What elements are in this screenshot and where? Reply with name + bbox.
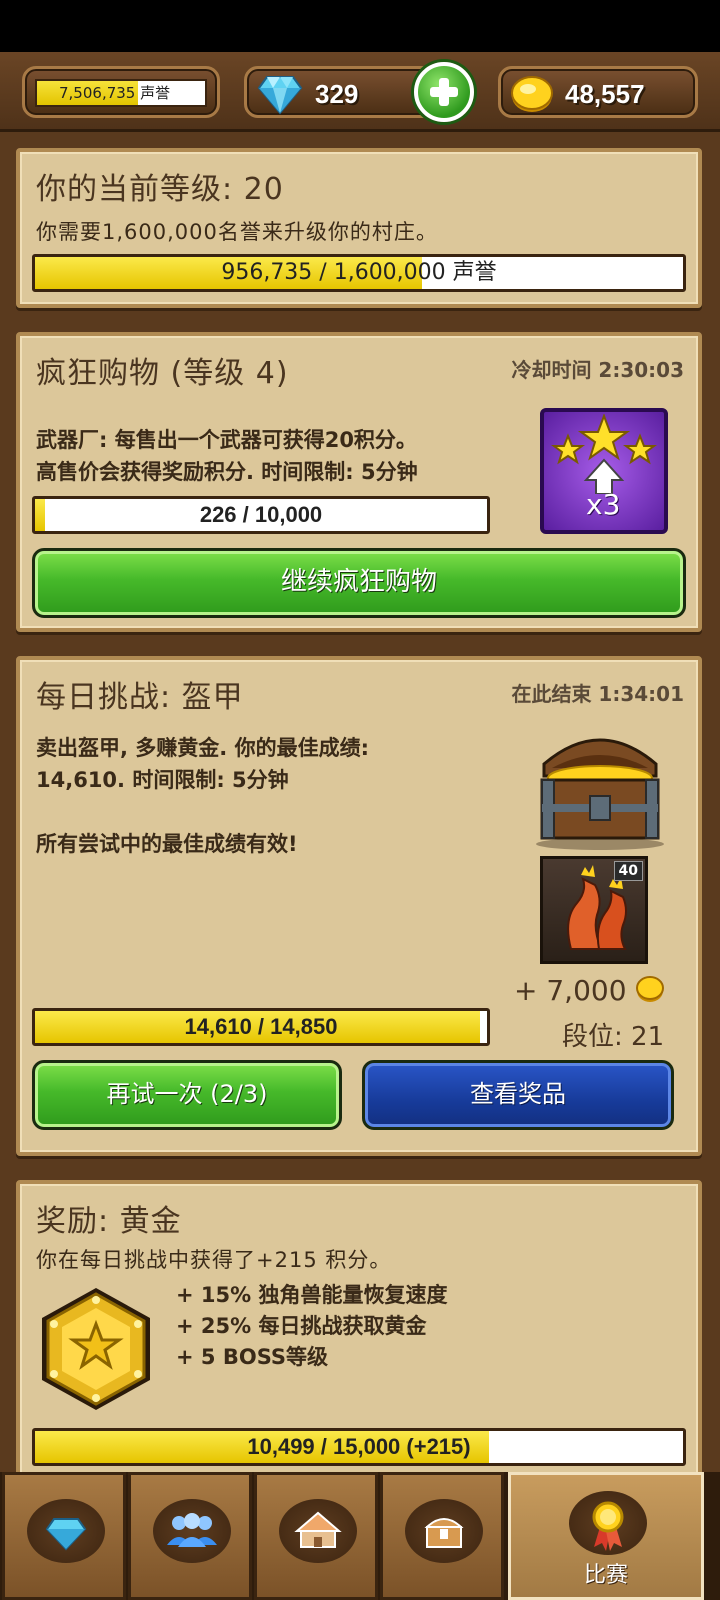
daily-description: 卖出盔甲, 多赚黄金. 你的最佳成绩: 14,610. 时间限制: 5分钟 所有… bbox=[36, 736, 369, 856]
continue-frenzy-button[interactable]: 继续疯狂购物 bbox=[32, 548, 686, 618]
tab-social[interactable] bbox=[128, 1472, 252, 1600]
level-progress-text: 956,735 / 1,600,000 声誉 bbox=[221, 260, 497, 285]
daily-end-timer: 在此结束 1:34:01 bbox=[511, 682, 684, 706]
reward-progress-text: 10,499 / 15,000 (+215) bbox=[247, 1434, 471, 1459]
perk-list: + 15% 独角兽能量恢复速度 + 25% 每日挑战获取黄金 + 5 BOSS等… bbox=[176, 1280, 447, 1373]
frenzy-progress-bar: 226 / 10,000 bbox=[32, 496, 490, 534]
gold-coin-icon bbox=[636, 976, 665, 1002]
gold-medal-icon bbox=[42, 1288, 150, 1410]
frenzy-boost-card: x3 bbox=[540, 408, 668, 534]
reward-item-card[interactable]: 40 bbox=[540, 856, 648, 964]
gem-icon bbox=[45, 1518, 87, 1551]
tab-competition-bg bbox=[569, 1491, 647, 1555]
tab-competition[interactable]: 比赛 bbox=[508, 1472, 704, 1600]
tab-chest[interactable] bbox=[380, 1472, 504, 1600]
tab-social-bg bbox=[153, 1499, 231, 1563]
tab-village[interactable] bbox=[254, 1472, 378, 1600]
frenzy-multiplier: x3 bbox=[586, 488, 621, 521]
daily-progress-text: 14,610 / 14,850 bbox=[184, 1014, 338, 1039]
daily-challenge-panel: 每日挑战: 盔甲 在此结束 1:34:01 卖出盔甲, 多赚黄金. 你的最佳成绩… bbox=[16, 656, 702, 1156]
reward-title: 奖励: 黄金 bbox=[36, 1204, 182, 1239]
gold-count: 48,557 bbox=[565, 79, 645, 109]
frenzy-panel: 疯狂购物 (等级 4) 冷却时间 2:30:03 武器厂: 每售出一个武器可获得… bbox=[16, 332, 702, 632]
gold-coin-icon bbox=[511, 76, 553, 112]
reward-item-level: 40 bbox=[613, 861, 643, 881]
gold-display: 48,557 bbox=[498, 66, 698, 118]
level-progress-bar: 956,735 / 1,600,000 声誉 bbox=[32, 254, 686, 292]
buy-gems-button[interactable] bbox=[414, 62, 474, 122]
people-icon bbox=[167, 1513, 217, 1547]
diamond-icon bbox=[257, 76, 303, 115]
gem-count: 329 bbox=[315, 79, 359, 109]
reward-description: 你在每日挑战中获得了+215 积分。 bbox=[36, 1248, 392, 1272]
tab-gems[interactable] bbox=[2, 1472, 126, 1600]
chest-icon bbox=[424, 1518, 464, 1548]
daily-title: 每日挑战: 盔甲 bbox=[36, 680, 244, 715]
perk-item: + 5 BOSS等级 bbox=[176, 1345, 328, 1369]
frenzy-cooldown: 冷却时间 2:30:03 bbox=[511, 358, 684, 382]
level-panel: 你的当前等级: 20 你需要1,600,000名誉来升级你的村庄。 956,73… bbox=[16, 148, 702, 308]
reputation-display: 7,506,735 声誉 bbox=[22, 66, 220, 118]
reputation-bar: 7,506,735 声誉 bbox=[35, 79, 207, 107]
reward-progress-bar: 10,499 / 15,000 (+215) bbox=[32, 1428, 686, 1466]
level-title: 你的当前等级: 20 bbox=[36, 172, 284, 207]
frenzy-progress-text: 226 / 10,000 bbox=[199, 502, 323, 527]
frenzy-title: 疯狂购物 (等级 4) bbox=[36, 356, 289, 391]
village-icon bbox=[294, 1511, 342, 1548]
main-content[interactable]: 你的当前等级: 20 你需要1,600,000名誉来升级你的村庄。 956,73… bbox=[0, 132, 720, 1480]
reward-gold-amount: + 7,000 bbox=[514, 974, 665, 1007]
status-bar bbox=[0, 0, 720, 52]
tab-village-bg bbox=[279, 1499, 357, 1563]
reputation-text: 7,506,735 声誉 bbox=[59, 84, 171, 102]
tab-competition-label: 比赛 bbox=[583, 1563, 628, 1588]
level-description: 你需要1,600,000名誉来升级你的村庄。 bbox=[36, 220, 438, 244]
daily-progress-bar: 14,610 / 14,850 bbox=[32, 1008, 490, 1046]
view-prizes-button[interactable]: 查看奖品 bbox=[362, 1060, 674, 1130]
stars-up-icon bbox=[551, 414, 657, 494]
perk-item: + 15% 独角兽能量恢复速度 bbox=[176, 1283, 448, 1307]
perk-item: + 25% 每日挑战获取黄金 bbox=[176, 1314, 427, 1338]
reward-gold-text: + 7,000 bbox=[514, 974, 627, 1007]
rank-text: 段位: 21 bbox=[562, 1022, 665, 1052]
frenzy-description: 武器厂: 每售出一个武器可获得20积分。 高售价会获得奖励积分. 时间限制: 5… bbox=[36, 428, 418, 484]
tab-chest-bg bbox=[405, 1499, 483, 1563]
medal-icon bbox=[592, 1501, 624, 1551]
bottom-tab-bar: 比赛 bbox=[0, 1472, 720, 1600]
top-currency-bar: 7,506,735 声誉 329 48,557 bbox=[0, 52, 720, 132]
retry-button[interactable]: 再试一次 (2/3) bbox=[32, 1060, 342, 1130]
reward-panel: 奖励: 黄金 你在每日挑战中获得了+215 积分。 + 15% 独角兽能量恢复速… bbox=[16, 1180, 702, 1480]
treasure-chest-icon bbox=[536, 738, 664, 850]
tab-gems-bg bbox=[27, 1499, 105, 1563]
